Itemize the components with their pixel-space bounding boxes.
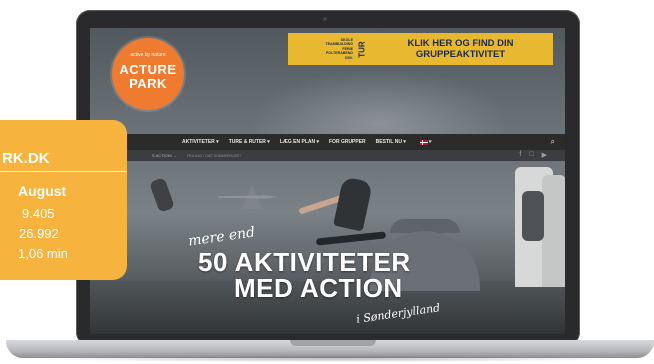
social-links: f □ ▶ <box>519 151 547 159</box>
stats-divider <box>0 171 127 172</box>
stats-value: 9.405 <box>22 206 55 221</box>
hero-headline-line2: MED ACTION <box>234 273 403 303</box>
jumping-person <box>149 177 175 213</box>
youtube-icon[interactable]: ▶ <box>542 151 547 159</box>
banner-cta[interactable]: KLIK HER OG FIND DIN GRUPPEAKTIVITET <box>368 38 553 60</box>
banner-vertical-word: TUR <box>356 36 368 62</box>
instagram-icon[interactable]: □ <box>529 151 533 159</box>
search-icon[interactable]: ⌕ <box>551 137 555 147</box>
banner-categories: SKOLE TEAMBUILDING FERIE POLTERABEND OSV… <box>288 33 356 65</box>
stats-card: RK.DK August 9.405 26.992 1,06 min <box>0 120 127 280</box>
breadcrumb[interactable]: S ACTION! → <box>152 153 177 158</box>
wakeboarder <box>333 176 373 232</box>
nav-item-aktiviteter[interactable]: AKTIVITETER ▾ <box>182 139 219 145</box>
silo-climber-mural <box>522 191 544 241</box>
silo-tower-right <box>542 175 565 287</box>
webcam-icon <box>323 17 327 21</box>
logo-word-park: PARK <box>129 76 167 91</box>
laptop-notch <box>290 340 376 346</box>
logo-word-acture: ACTURE <box>119 62 177 77</box>
banner-category: OSV. <box>344 55 353 60</box>
stats-value: 1,06 min <box>18 246 68 261</box>
main-navigation: AKTIVITETER ▾ TURE & RUTER ▾ LÆG EN PLAN… <box>90 134 565 150</box>
wakeboard <box>315 231 387 246</box>
banner-cta-line1: KLIK HER OG FIND DIN <box>407 38 514 49</box>
logo-tagline: active by nature <box>130 52 166 58</box>
nav-item-laeg-en-plan[interactable]: LÆG EN PLAN ▾ <box>280 139 319 145</box>
laptop-screen: active by nature ACTURE PARK SKOLE TEAMB… <box>90 28 565 334</box>
stats-value: 26.992 <box>19 226 59 241</box>
banner-cta-line2: GRUPPEAKTIVITET <box>415 49 506 60</box>
nav-item-bestil-nu[interactable]: BESTIL NU ▾ <box>376 139 406 145</box>
subbar-note: FRA DAG I DAG SOMMERHUSE? <box>186 153 242 158</box>
hero-script-top: mere end <box>187 224 257 250</box>
facebook-icon[interactable]: f <box>519 151 521 159</box>
sub-bar: S ACTION! → FRA DAG I DAG SOMMERHUSE? f … <box>90 150 565 161</box>
nav-item-ture-ruter[interactable]: TURE & RUTER ▾ <box>229 139 270 145</box>
danish-flag-icon <box>419 139 428 145</box>
stats-card-title: RK.DK <box>2 150 50 167</box>
group-activity-banner[interactable]: SKOLE TEAMBUILDING FERIE POLTERABEND OSV… <box>288 33 553 65</box>
hero-image: mere end 50 AKTIVITETER MED ACTION i Søn… <box>90 161 565 334</box>
laptop-shadow <box>30 356 630 362</box>
banner-tur-text: TUR <box>357 40 367 58</box>
language-caret: ▾ <box>428 139 432 145</box>
nav-item-for-grupper[interactable]: FOR GRUPPER <box>329 139 366 145</box>
stats-month: August <box>18 183 67 199</box>
acture-park-logo[interactable]: active by nature ACTURE PARK <box>112 38 184 110</box>
language-selector[interactable]: ▾ <box>416 139 432 145</box>
